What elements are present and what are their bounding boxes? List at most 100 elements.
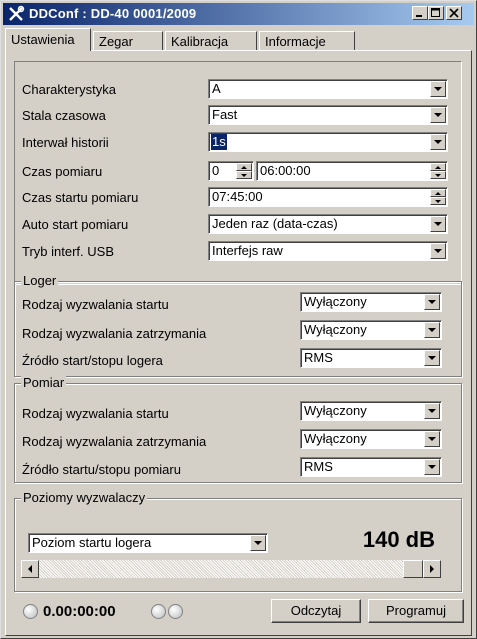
stala-select[interactable]: Fast xyxy=(208,105,448,125)
interwal-value: 1s xyxy=(211,134,227,150)
tab-kalibracja[interactable]: Kalibracja xyxy=(165,31,257,50)
program-button[interactable]: Programuj xyxy=(368,599,464,623)
interwal-select[interactable]: 1s xyxy=(208,132,448,152)
interwal-label: Interwał historii xyxy=(22,135,109,150)
dropdown-button[interactable] xyxy=(424,294,440,310)
czas-pomiaru-days: 0 xyxy=(212,163,220,178)
read-button[interactable]: Odczytaj xyxy=(271,599,361,623)
trigger-levels-group-title: Poziomy wyzwalaczy xyxy=(21,490,148,505)
status-led xyxy=(23,604,38,619)
title-bar[interactable]: DDConf : DD-40 0001/2009 xyxy=(3,3,474,25)
czas-pomiaru-label: Czas pomiaru xyxy=(22,164,103,179)
chevron-down-icon xyxy=(434,113,442,117)
spin-down-button[interactable] xyxy=(430,197,446,205)
pomiar-source-select[interactable]: RMS xyxy=(300,457,442,477)
loger-start-trigger-value: Wyłączony xyxy=(304,294,367,309)
loger-start-trigger-label: Rodzaj wyzwalania startu xyxy=(22,297,169,312)
chevron-down-icon xyxy=(434,249,442,253)
trigger-level-value: Poziom startu logera xyxy=(32,535,152,550)
arrow-up-icon xyxy=(435,192,441,195)
loger-start-trigger-select[interactable]: Wyłączony xyxy=(300,292,442,312)
dropdown-button[interactable] xyxy=(424,350,440,366)
close-button[interactable] xyxy=(446,6,462,20)
chevron-down-icon xyxy=(428,465,436,469)
czas-startu-spinner[interactable]: 07:45:00 xyxy=(208,187,448,207)
dropdown-button[interactable] xyxy=(424,322,440,338)
tryb-usb-value: Interfejs raw xyxy=(212,243,283,258)
charakterystyka-label: Charakterystyka xyxy=(22,82,116,97)
stala-value: Fast xyxy=(212,107,238,122)
loger-source-value: RMS xyxy=(304,350,333,365)
trigger-level-readout: 140 dB xyxy=(362,527,435,552)
dropdown-button[interactable] xyxy=(424,403,440,419)
loger-source-select[interactable]: RMS xyxy=(300,348,442,368)
charakterystyka-value: A xyxy=(212,81,221,96)
chevron-down-icon xyxy=(434,140,442,144)
chevron-down-icon xyxy=(428,437,436,441)
dropdown-button[interactable] xyxy=(430,134,446,150)
arrow-down-icon xyxy=(435,200,441,203)
auto-start-select[interactable]: Jeden raz (data-czas) xyxy=(208,214,448,234)
window-title: DDConf : DD-40 0001/2009 xyxy=(29,6,197,21)
trigger-level-slider[interactable] xyxy=(21,560,441,578)
auto-start-label: Auto start pomiaru xyxy=(22,217,129,232)
spin-down-button[interactable] xyxy=(236,171,252,179)
tab-ustawienia[interactable]: Ustawienia xyxy=(5,28,91,51)
spin-up-button[interactable] xyxy=(430,163,446,171)
minimize-icon xyxy=(416,15,422,17)
spin-buttons[interactable] xyxy=(430,163,446,179)
pomiar-start-trigger-select[interactable]: Wyłączony xyxy=(300,401,442,421)
dropdown-button[interactable] xyxy=(430,243,446,259)
tryb-usb-label: Tryb interf. USB xyxy=(22,244,114,259)
close-icon xyxy=(449,8,459,18)
loger-stop-trigger-value: Wyłączony xyxy=(304,322,367,337)
loger-stop-trigger-label: Rodzaj wyzwalania zatrzymania xyxy=(22,326,207,341)
tools-icon xyxy=(9,5,25,21)
pomiar-stop-trigger-value: Wyłączony xyxy=(304,431,367,446)
chevron-down-icon xyxy=(428,356,436,360)
spin-up-button[interactable] xyxy=(236,163,252,171)
app-window: DDConf : DD-40 0001/2009 Ustawienia Zega… xyxy=(0,0,477,639)
dropdown-button[interactable] xyxy=(430,81,446,97)
pomiar-source-label: Źródło startu/stopu pomiaru xyxy=(22,462,181,477)
pomiar-source-value: RMS xyxy=(304,459,333,474)
spin-up-button[interactable] xyxy=(430,189,446,197)
arrow-right-icon xyxy=(430,565,434,573)
loger-stop-trigger-select[interactable]: Wyłączony xyxy=(300,320,442,340)
slider-right-button[interactable] xyxy=(423,560,441,578)
dropdown-button[interactable] xyxy=(424,431,440,447)
trigger-level-select[interactable]: Poziom startu logera xyxy=(28,533,268,553)
tryb-usb-select[interactable]: Interfejs raw xyxy=(208,241,448,261)
minimize-button[interactable] xyxy=(412,6,428,20)
pomiar-start-trigger-value: Wyłączony xyxy=(304,403,367,418)
auto-start-value: Jeden raz (data-czas) xyxy=(212,216,338,231)
czas-pomiaru-time-spinner[interactable]: 06:00:00 xyxy=(256,161,448,181)
tab-informacje[interactable]: Informacje xyxy=(259,31,355,50)
dropdown-button[interactable] xyxy=(250,535,266,551)
dropdown-button[interactable] xyxy=(430,216,446,232)
chevron-down-icon xyxy=(428,409,436,413)
dropdown-button[interactable] xyxy=(430,107,446,123)
slider-thumb[interactable] xyxy=(403,560,423,578)
spin-buttons[interactable] xyxy=(236,163,252,179)
czas-startu-label: Czas startu pomiaru xyxy=(22,190,139,205)
chevron-down-icon xyxy=(428,328,436,332)
pomiar-group-title: Pomiar xyxy=(21,375,67,390)
slider-left-button[interactable] xyxy=(21,560,39,578)
arrow-down-icon xyxy=(241,174,247,177)
charakterystyka-select[interactable]: A xyxy=(208,79,448,99)
stala-label: Stala czasowa xyxy=(22,108,106,123)
czas-pomiaru-time: 06:00:00 xyxy=(260,163,311,178)
spin-buttons[interactable] xyxy=(430,189,446,205)
czas-pomiaru-days-spinner[interactable]: 0 xyxy=(208,161,254,181)
tab-zegar[interactable]: Zegar xyxy=(93,31,163,50)
loger-group-title: Loger xyxy=(21,273,59,288)
maximize-button[interactable] xyxy=(428,6,444,20)
spin-down-button[interactable] xyxy=(430,171,446,179)
dropdown-button[interactable] xyxy=(424,459,440,475)
arrow-up-icon xyxy=(435,166,441,169)
czas-startu-value: 07:45:00 xyxy=(212,189,263,204)
pomiar-stop-trigger-select[interactable]: Wyłączony xyxy=(300,429,442,449)
chevron-down-icon xyxy=(428,300,436,304)
chevron-down-icon xyxy=(434,87,442,91)
